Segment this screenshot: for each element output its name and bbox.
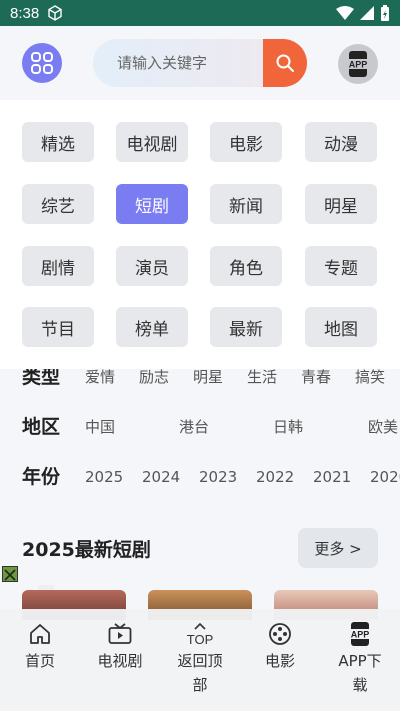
app-icon: APP [348, 622, 372, 646]
category-chip[interactable]: 最新 [210, 307, 282, 347]
top-icon: TOP [187, 622, 214, 647]
status-bar: 8:38 [0, 0, 400, 26]
floating-close-icon[interactable] [2, 566, 18, 582]
category-chip[interactable]: 动漫 [305, 122, 377, 162]
category-chip[interactable]: 角色 [210, 246, 282, 286]
bottom-nav: 首页 电视剧 TOP 返回顶部 电影 APP APP下载 [0, 609, 400, 711]
section-title: 2025最新短剧 [22, 539, 151, 561]
filter-option[interactable]: 港台 [179, 412, 209, 442]
category-chip[interactable]: 节目 [22, 307, 94, 347]
app-download-button[interactable]: APP [338, 44, 378, 84]
nav-movie[interactable]: 电影 [240, 609, 320, 673]
cube-icon [48, 5, 62, 21]
nav-label: 电视剧 [97, 652, 143, 670]
film-reel-icon [269, 623, 291, 645]
battery-icon [381, 5, 389, 21]
tv-icon [108, 623, 132, 644]
filter-option[interactable]: 2025 [85, 462, 123, 492]
category-chip[interactable]: 精选 [22, 122, 94, 162]
nav-label: 返回顶部 [177, 652, 223, 694]
category-chip[interactable]: 地图 [305, 307, 377, 347]
filter-option[interactable]: 欧美 [368, 412, 398, 442]
app-icon-text: APP [351, 630, 370, 640]
search-icon [276, 54, 294, 72]
filter-option[interactable]: 2023 [199, 462, 237, 492]
category-chip[interactable]: 短剧 [116, 184, 188, 224]
nav-back-to-top[interactable]: TOP 返回顶部 [160, 609, 240, 697]
nav-app-download[interactable]: APP APP下载 [320, 609, 400, 697]
category-chip[interactable]: 榜单 [116, 307, 188, 347]
grid-menu-icon [31, 52, 53, 74]
nav-label: 电影 [264, 652, 295, 670]
search-bar[interactable]: 请输入关键字 [93, 39, 307, 87]
nav-home[interactable]: 首页 [0, 609, 80, 673]
nav-tv[interactable]: 电视剧 [80, 609, 160, 673]
signal-icon [360, 6, 374, 20]
filter-option[interactable]: 2021 [313, 462, 351, 492]
filter-row-region: 地区 中国 港台 日韩 欧美 [0, 412, 400, 442]
app-header: 请输入关键字 APP [0, 26, 400, 100]
cross-icon [4, 569, 16, 581]
filter-row-year: 年份 2025 2024 2023 2022 2021 2020 [0, 462, 400, 492]
search-button[interactable] [263, 39, 307, 87]
category-chip[interactable]: 专题 [305, 246, 377, 286]
category-panel: 精选 电视剧 电影 动漫综艺 短剧 新闻 明星剧情 演员 角色 专题节目 榜单 最新 地图 [0, 100, 400, 369]
more-button[interactable]: 更多 > [298, 528, 378, 568]
nav-label: APP下载 [338, 652, 382, 694]
wifi-icon [336, 6, 354, 20]
category-menu-button[interactable] [22, 43, 62, 83]
category-chip[interactable]: 演员 [116, 246, 188, 286]
home-icon [30, 624, 50, 644]
category-chip[interactable]: 综艺 [22, 184, 94, 224]
filter-option[interactable]: 2020 [370, 462, 400, 492]
filter-label: 地区 [22, 416, 61, 438]
phone-app-icon: APP [346, 51, 370, 77]
filter-option[interactable]: 中国 [85, 412, 115, 442]
filter-option[interactable]: 日韩 [273, 412, 303, 442]
status-time: 8:38 [10, 4, 40, 22]
category-chip[interactable]: 电影 [210, 122, 282, 162]
top-icon-text: TOP [187, 632, 214, 647]
filter-option[interactable]: 2024 [142, 462, 180, 492]
category-chip[interactable]: 新闻 [210, 184, 282, 224]
category-chip[interactable]: 电视剧 [116, 122, 188, 162]
app-badge-text: APP [349, 60, 368, 70]
category-chip[interactable]: 剧情 [22, 246, 94, 286]
filter-option[interactable]: 2022 [256, 462, 294, 492]
category-chip[interactable]: 明星 [305, 184, 377, 224]
nav-label: 首页 [24, 652, 55, 670]
search-input[interactable]: 请输入关键字 [117, 39, 207, 87]
filter-label: 年份 [22, 466, 61, 488]
